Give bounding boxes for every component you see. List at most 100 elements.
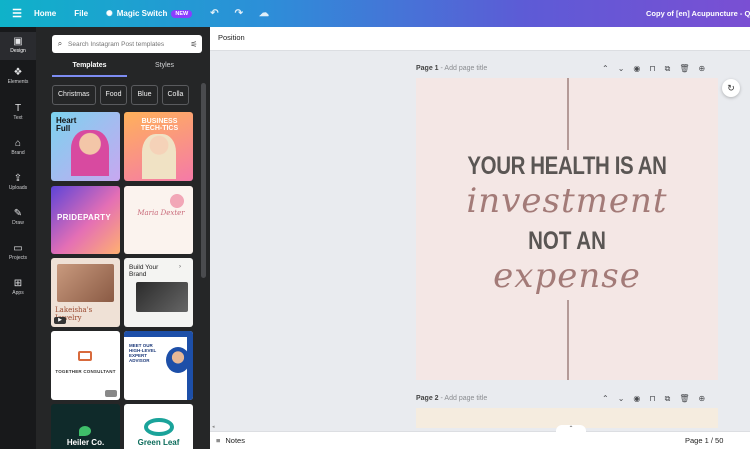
template-thumb[interactable]: Green Leaf [124, 404, 193, 449]
folder-icon: ▭ [13, 243, 23, 254]
tab-styles[interactable]: Styles [127, 59, 202, 77]
template-thumb[interactable]: BUSINESS TECH-TICS [124, 112, 193, 181]
thumb-side-bar [187, 337, 193, 400]
chip-collage[interactable]: Colla [161, 85, 190, 105]
file-menu-button[interactable]: File [74, 9, 88, 18]
chevron-up-icon[interactable]: ⌃ [602, 394, 609, 404]
document-title[interactable]: Copy of [en] Acupuncture - Quo [646, 9, 750, 18]
thumb-title: Green Leaf [137, 438, 180, 447]
elements-icon: ❖ [13, 67, 23, 78]
rail-item-brand[interactable]: ⌂ Brand [0, 138, 36, 156]
eye-icon[interactable]: ◉ [633, 64, 640, 74]
chevron-down-icon[interactable]: ⌄ [618, 64, 625, 74]
add-page-title[interactable]: - Add page title [441, 395, 488, 402]
rail-item-projects[interactable]: ▭ Projects [0, 243, 36, 261]
undo-icon[interactable]: ↶ [210, 8, 218, 19]
thumb-title: Build Your Brand [129, 264, 159, 278]
trash-icon[interactable]: 🗑 [679, 394, 689, 404]
thumb-photo [71, 130, 109, 176]
add-page-icon[interactable]: ⊕ [699, 64, 706, 74]
magic-switch-label: Magic Switch [116, 9, 168, 18]
template-thumb[interactable]: Heiler Co. [51, 404, 120, 449]
video-play-icon: ▶ [54, 317, 66, 324]
page-2-label[interactable]: Page 2 - Add page title [416, 395, 487, 402]
duplicate-icon[interactable]: ⧉ [665, 394, 671, 404]
rail-item-label: Projects [8, 255, 28, 261]
home-button[interactable]: Home [34, 9, 56, 18]
expand-pages-handle[interactable]: ⌃ [556, 425, 586, 433]
panel-tabs: Templates Styles [52, 59, 202, 77]
tab-templates[interactable]: Templates [52, 59, 127, 77]
script-text[interactable]: expense [416, 256, 718, 296]
cloud-save-icon[interactable]: ☁ [259, 8, 269, 19]
top-bar: ☰ Home File ✺ Magic Switch NEW ↶ ↷ ☁ Cop… [0, 0, 750, 27]
redo-icon[interactable]: ↷ [235, 8, 243, 19]
rail-item-design[interactable]: ▣ Design [0, 32, 36, 60]
panel-scrollbar[interactable] [201, 83, 206, 278]
page-counter[interactable]: Page 1 / 50 [685, 436, 723, 445]
chevron-down-icon[interactable]: ⌄ [618, 394, 625, 404]
chip-blue[interactable]: Blue [131, 85, 158, 105]
thumb-title: MEET OUR HIGH-LEVEL EXPERT ADVISOR [129, 343, 157, 363]
page-1-label[interactable]: Page 1 - Add page title [416, 65, 487, 72]
apps-icon: ⊞ [13, 278, 23, 289]
left-rail: ▣ Design ❖ Elements T Text ⌂ Brand ⇪ Upl… [0, 27, 36, 449]
category-chips: Christmas Food Blue Colla [52, 85, 202, 105]
thumb-photo [57, 264, 114, 302]
thumb-photo [142, 134, 176, 179]
duplicate-icon[interactable]: ⧉ [665, 64, 671, 74]
headline-text[interactable]: NOT AN [443, 227, 691, 256]
headline-text[interactable]: YOUR HEALTH IS AN [443, 152, 691, 181]
notes-icon: ≡ [216, 436, 221, 445]
rail-item-text[interactable]: T Text [0, 103, 36, 121]
template-thumb[interactable]: Lakeisha's Jewelry ▶ [51, 258, 120, 327]
thumb-photo [136, 282, 188, 312]
template-thumb[interactable]: Maria Dexter [124, 186, 193, 254]
template-thumb[interactable]: Heart Full [51, 112, 120, 181]
notes-button[interactable]: ≡ Notes [216, 436, 245, 445]
refresh-icon[interactable]: ↻ [722, 79, 740, 97]
rail-item-uploads[interactable]: ⇪ Uploads [0, 173, 36, 191]
template-thumb[interactable]: TOGETHER CONSULTANT [51, 331, 120, 400]
chip-food[interactable]: Food [99, 85, 128, 105]
notes-label: Notes [225, 436, 245, 445]
chip-christmas[interactable]: Christmas [52, 85, 96, 105]
thumb-header-bar [124, 331, 193, 337]
template-search-bar[interactable]: ⌕ ⚟ [52, 35, 202, 53]
rail-item-label: Elements [7, 79, 29, 85]
magic-switch-button[interactable]: ✺ Magic Switch NEW [106, 9, 193, 18]
trash-icon[interactable]: 🗑 [679, 64, 689, 74]
template-thumb[interactable]: Build Your Brand › [124, 258, 193, 327]
design-page-1[interactable]: YOUR HEALTH IS AN investment NOT AN expe… [416, 78, 718, 380]
position-button[interactable]: Position [218, 33, 245, 42]
chevron-up-icon[interactable]: ⌃ [602, 64, 609, 74]
hamburger-menu-icon[interactable]: ☰ [0, 7, 34, 20]
rail-item-elements[interactable]: ❖ Elements [0, 67, 36, 85]
rail-item-apps[interactable]: ⊞ Apps [0, 278, 36, 296]
rail-item-draw[interactable]: ✎ Draw [0, 208, 36, 226]
leaf-icon [79, 426, 91, 436]
filter-icon[interactable]: ⚟ [186, 40, 202, 49]
template-thumb[interactable]: PRIDEPARTY [51, 186, 120, 254]
search-input[interactable] [68, 40, 186, 48]
page-1-tools: ⌃ ⌄ ◉ ⊓ ⧉ 🗑 ⊕ [602, 64, 705, 74]
sparkle-icon: ✺ [106, 9, 113, 18]
thumb-title: TOGETHER CONSULTANT [55, 369, 116, 374]
add-page-icon[interactable]: ⊕ [699, 394, 706, 404]
lock-icon[interactable]: ⊓ [649, 394, 655, 404]
thumb-photo [166, 347, 190, 373]
thumb-title: Heiler Co. [66, 438, 105, 447]
eye-icon[interactable]: ◉ [633, 394, 640, 404]
template-thumb[interactable]: MEET OUR HIGH-LEVEL EXPERT ADVISOR [124, 331, 193, 400]
page-number: Page 2 [416, 395, 439, 402]
thumb-title: BUSINESS TECH-TICS [140, 118, 179, 132]
pen-icon: ✎ [13, 208, 23, 219]
thumb-title: Maria Dexter [137, 209, 185, 217]
script-text[interactable]: investment [416, 181, 718, 221]
chat-icon [78, 351, 92, 361]
scroll-left-arrow[interactable]: ◂ [212, 424, 215, 430]
rail-item-label: Design [10, 48, 26, 54]
page-number: Page 1 [416, 65, 439, 72]
add-page-title[interactable]: - Add page title [441, 65, 488, 72]
lock-icon[interactable]: ⊓ [649, 64, 655, 74]
